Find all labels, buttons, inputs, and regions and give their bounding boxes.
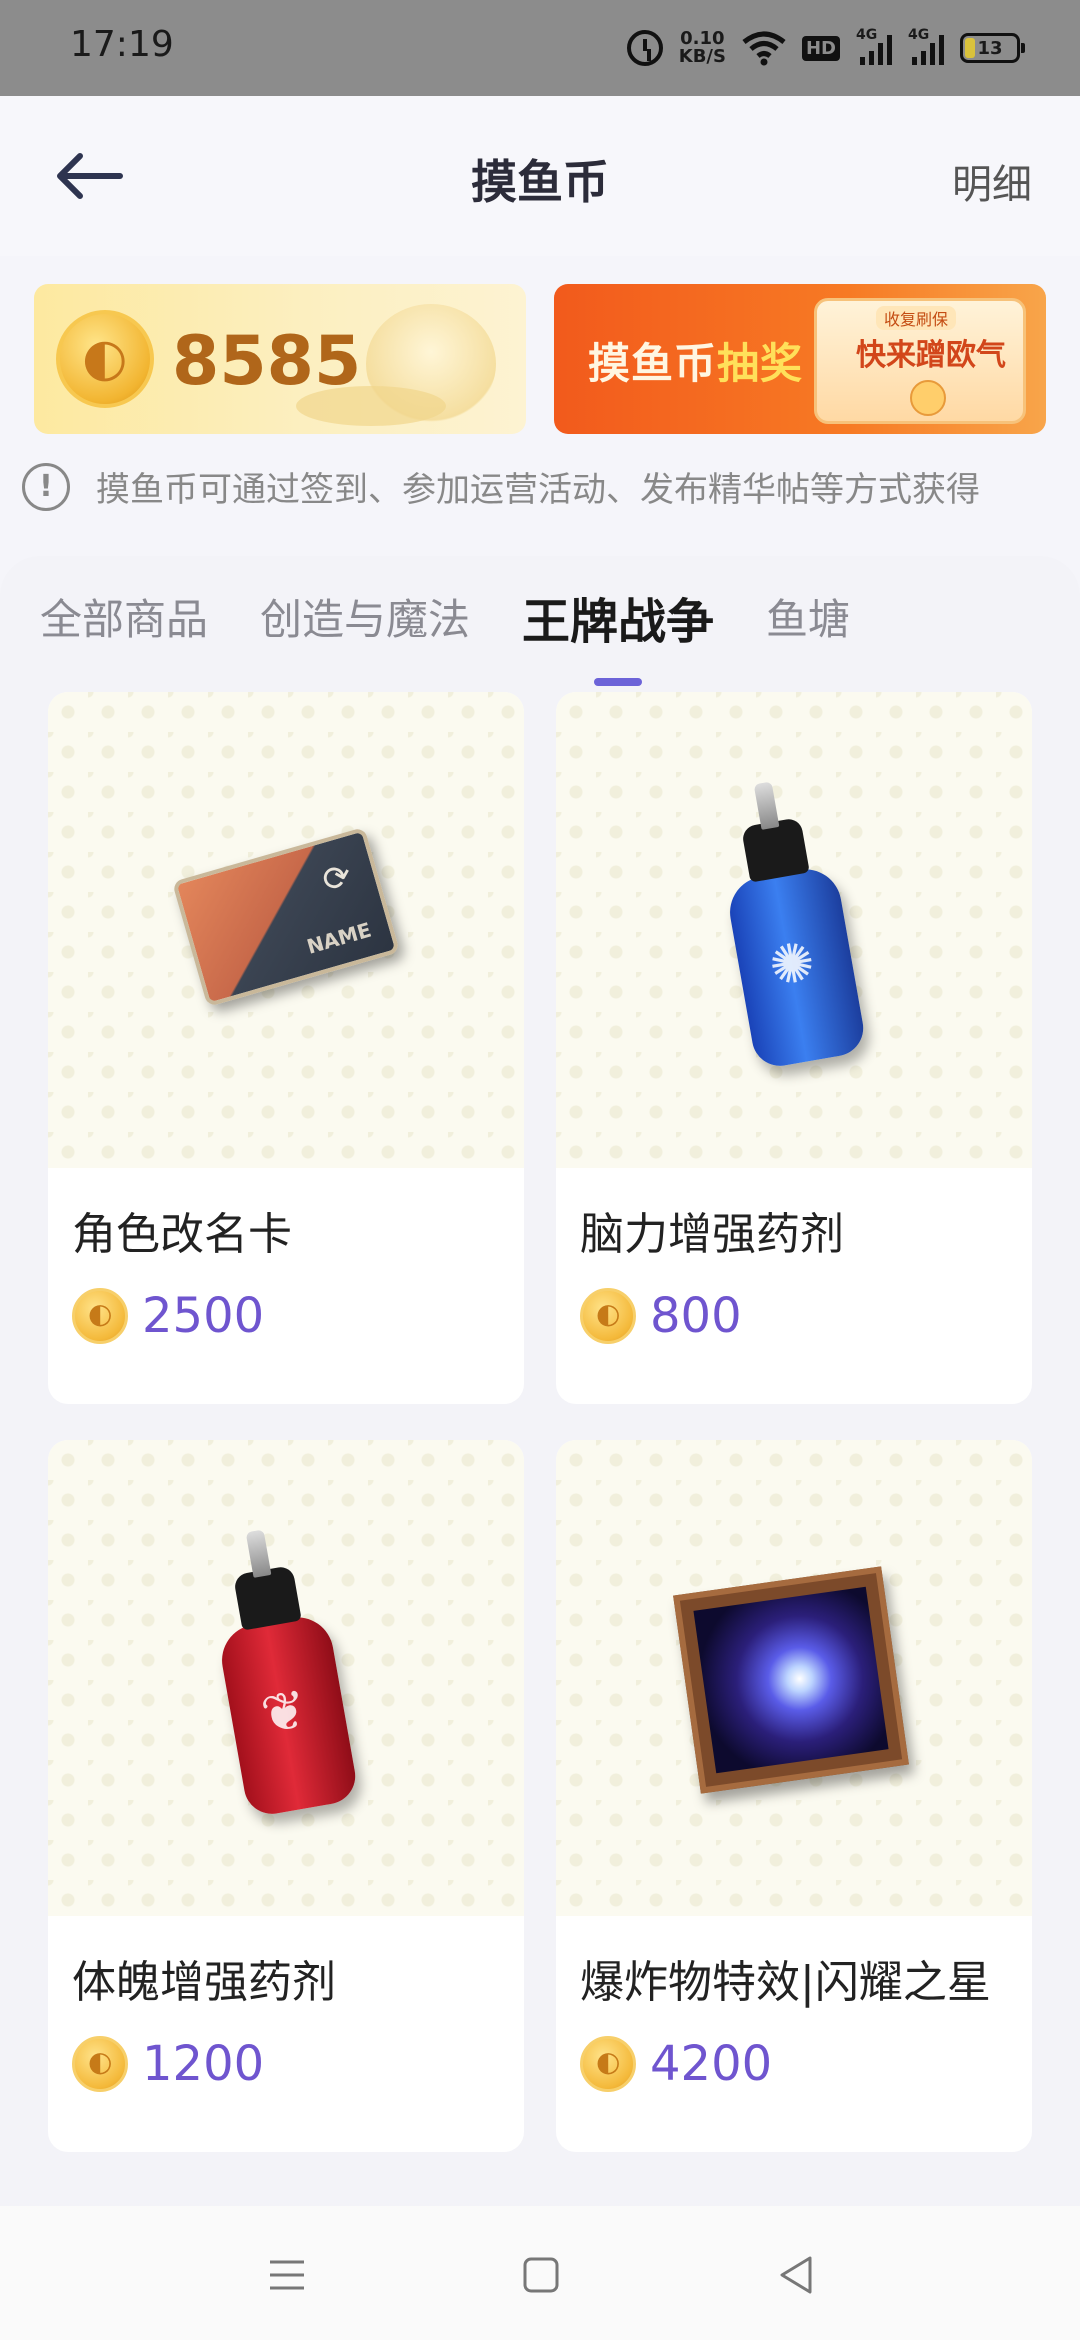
price-value: 4200 (650, 2036, 773, 2092)
lottery-title-prefix: 摸鱼币 (588, 339, 718, 388)
app-header: 摸鱼币 明细 (0, 96, 1080, 256)
product-image: ✺ (556, 692, 1032, 1168)
product-price: 4200 (580, 2036, 1032, 2092)
signal-label-1: 4G (856, 27, 878, 43)
refresh-icon: ⟳ (317, 855, 357, 902)
shop-panel: 全部商品 创造与魔法 王牌战争 鱼塘 ⟳ NAME 角色改名卡 2500 ✺ (0, 556, 1080, 2206)
fish-coin-icon (580, 2036, 636, 2092)
fish-coin-icon (580, 1288, 636, 1344)
menu-icon[interactable] (262, 2250, 312, 2300)
fish-coin-icon (72, 2036, 128, 2092)
tab-all-products[interactable]: 全部商品 (40, 586, 208, 656)
envelope-tag: 收复刷保 (875, 306, 956, 330)
price-value: 2500 (142, 1288, 265, 1344)
system-nav-bar (0, 2206, 1080, 2340)
battery-level: 13 (977, 37, 1003, 59)
battery-icon: 13 (960, 33, 1025, 63)
product-grid: ⟳ NAME 角色改名卡 2500 ✺ 脑力增强药剂 800 (48, 692, 1032, 2152)
detail-button[interactable]: 明细 (952, 152, 1032, 210)
product-image: ⟳ NAME (48, 692, 524, 1168)
category-tabs: 全部商品 创造与魔法 王牌战争 鱼塘 (40, 586, 850, 686)
tab-creation-magic[interactable]: 创造与魔法 (260, 586, 470, 656)
price-value: 800 (650, 1288, 742, 1344)
red-potion-bottle-graphic: ❦ (216, 1611, 360, 1819)
wifi-icon (742, 31, 786, 66)
earn-hint: ! 摸鱼币可通过签到、参加运营活动、发布精华帖等方式获得 (22, 462, 980, 511)
blue-potion-bottle-graphic: ✺ (724, 863, 868, 1071)
product-card[interactable]: ✺ 脑力增强药剂 800 (556, 692, 1032, 1404)
net-speed: 0.10 KB/S (679, 30, 726, 66)
price-value: 1200 (142, 2036, 265, 2092)
signal-icon-2: 4G (908, 27, 944, 65)
signal-label-2: 4G (908, 27, 930, 43)
alarm-icon (626, 30, 663, 66)
rename-card-graphic: ⟳ NAME (171, 826, 401, 1008)
product-image: ❦ (48, 1440, 524, 1916)
coin-balance-banner[interactable]: 8585 (34, 284, 526, 434)
product-image (556, 1440, 1032, 1916)
lottery-title-highlight: 抽奖 (717, 339, 804, 388)
lottery-banner[interactable]: 摸鱼币抽奖 收复刷保 快来蹭欧气 (554, 284, 1046, 434)
product-price: 2500 (72, 1288, 524, 1344)
tab-fish-pond[interactable]: 鱼塘 (766, 586, 850, 656)
hd-badge: HD (801, 35, 840, 61)
product-card[interactable]: ❦ 体魄增强药剂 1200 (48, 1440, 524, 2152)
status-bar: 17:19 0.10 KB/S HD 4G 4G 13 (0, 0, 1080, 96)
potion-emblem: ✺ (764, 929, 820, 1000)
net-speed-unit: KB/S (678, 46, 726, 67)
lottery-title: 摸鱼币抽奖 (588, 330, 803, 391)
rename-card-label: NAME (304, 917, 374, 959)
product-price: 800 (580, 1288, 1032, 1344)
info-icon: ! (22, 462, 70, 511)
product-card[interactable]: 爆炸物特效|闪耀之星 4200 (556, 1440, 1032, 2152)
product-name: 脑力增强药剂 (580, 1209, 844, 1260)
back-triangle-icon[interactable] (772, 2250, 822, 2300)
product-name: 爆炸物特效|闪耀之星 (580, 1957, 991, 2008)
gift-icon (910, 380, 946, 416)
fish-coin-icon (72, 1288, 128, 1344)
potion-emblem: ❦ (256, 1677, 312, 1748)
fish-coin-icon (56, 310, 154, 408)
signal-icon-1: 4G (856, 27, 892, 65)
product-name: 角色改名卡 (72, 1209, 292, 1260)
status-time: 17:19 (70, 24, 174, 65)
shining-star-effect-graphic (673, 1566, 909, 1794)
product-price: 1200 (72, 2036, 524, 2092)
envelope-text: 快来蹭欧气 (856, 338, 1006, 373)
page-title: 摸鱼币 (471, 155, 609, 209)
hint-text: 摸鱼币可通过签到、参加运营活动、发布精华帖等方式获得 (96, 470, 980, 510)
coin-stage-base (296, 386, 446, 426)
home-icon[interactable] (516, 2250, 566, 2300)
product-name: 体魄增强药剂 (72, 1957, 336, 2008)
product-card[interactable]: ⟳ NAME 角色改名卡 2500 (48, 692, 524, 1404)
tab-ace-war[interactable]: 王牌战争 (522, 582, 714, 686)
status-icons: 0.10 KB/S HD 4G 4G 13 (626, 22, 1025, 74)
